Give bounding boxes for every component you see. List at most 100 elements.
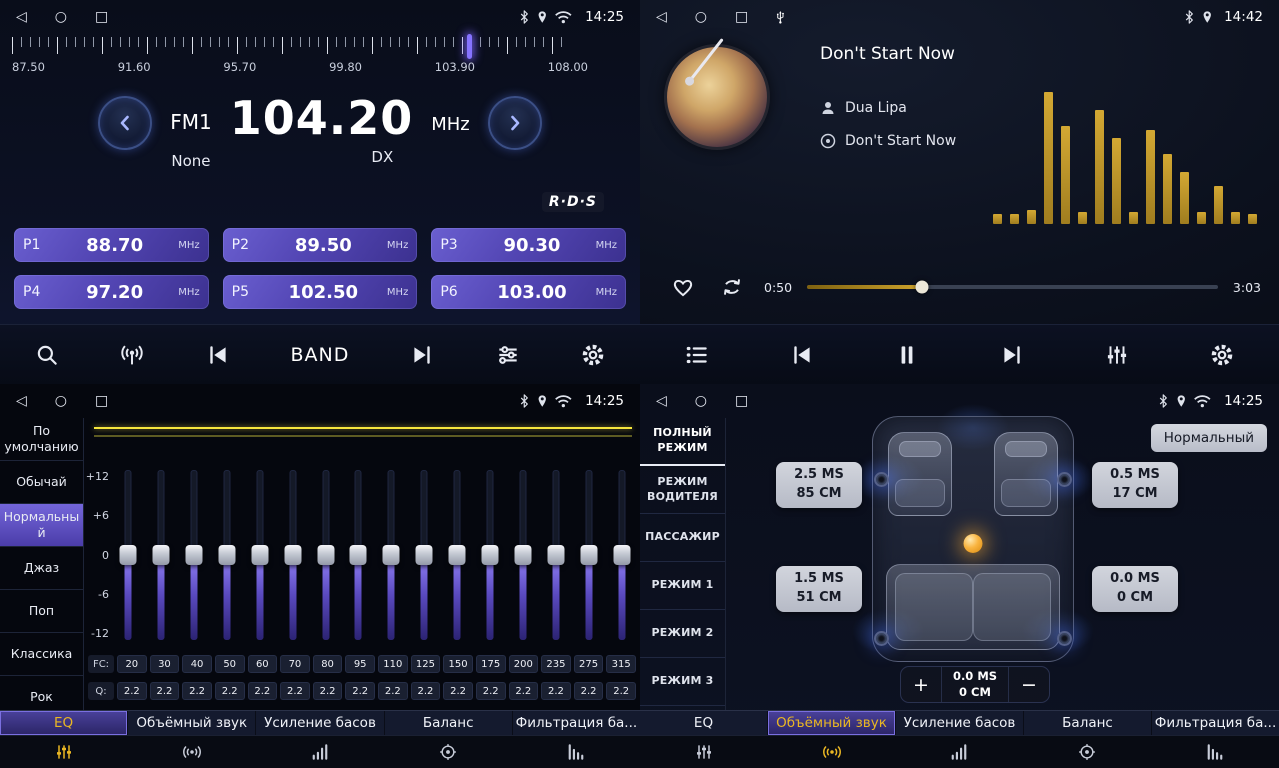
slider-handle[interactable] <box>416 545 433 565</box>
preset-p4[interactable]: P497.20MHz <box>14 275 209 309</box>
frequency-indicator[interactable] <box>467 34 472 59</box>
settings-button[interactable] <box>1205 338 1239 372</box>
recents-icon[interactable]: □ <box>735 394 748 408</box>
filter-icon[interactable] <box>512 736 640 768</box>
eq-band-slider[interactable] <box>118 470 138 640</box>
sound-mode-item[interactable]: РЕЖИМ ВОДИТЕЛЯ <box>640 466 725 514</box>
eq-preset-item[interactable]: Нормальный <box>0 504 83 547</box>
tab-balance[interactable]: Баланс <box>1024 711 1152 735</box>
playlist-button[interactable] <box>680 338 714 372</box>
balance-icon[interactable] <box>384 736 512 768</box>
preset-p2[interactable]: P289.50MHz <box>223 228 418 262</box>
tab-bass-boost[interactable]: Усиление басов <box>896 711 1024 735</box>
back-icon[interactable]: ◁ <box>656 394 667 408</box>
tab-balance[interactable]: Баланс <box>385 711 513 735</box>
bass-boost-icon[interactable] <box>896 736 1024 768</box>
decrease-button[interactable]: − <box>1009 667 1049 702</box>
previous-station-button[interactable] <box>201 338 235 372</box>
back-icon[interactable]: ◁ <box>656 10 667 24</box>
slider-handle[interactable] <box>317 545 334 565</box>
slider-handle[interactable] <box>251 545 268 565</box>
eq-band-slider[interactable] <box>250 470 270 640</box>
delay-rear-right[interactable]: 0.0 MS 0 CM <box>1092 566 1178 612</box>
search-button[interactable] <box>30 338 64 372</box>
eq-band-slider[interactable] <box>151 470 171 640</box>
eq-band-slider[interactable] <box>283 470 303 640</box>
preset-p1[interactable]: P188.70MHz <box>14 228 209 262</box>
next-station-button[interactable] <box>405 338 439 372</box>
sound-mode-item[interactable]: РЕЖИМ 2 <box>640 610 725 658</box>
tab-eq[interactable]: EQ <box>640 711 768 735</box>
tab-eq[interactable]: EQ <box>0 711 128 735</box>
repeat-button[interactable] <box>715 270 749 304</box>
home-icon[interactable]: ○ <box>695 394 707 408</box>
delay-rear-left[interactable]: 1.5 MS 51 CM <box>776 566 862 612</box>
eq-faders-icon[interactable] <box>0 736 128 768</box>
eq-faders-icon[interactable] <box>640 736 768 768</box>
back-icon[interactable]: ◁ <box>16 10 27 24</box>
slider-handle[interactable] <box>218 545 235 565</box>
slider-handle[interactable] <box>120 545 137 565</box>
sound-mode-item[interactable]: РЕЖИМ 1 <box>640 562 725 610</box>
tune-up-button[interactable] <box>488 96 542 150</box>
preset-p3[interactable]: P390.30MHz <box>431 228 626 262</box>
home-icon[interactable]: ○ <box>55 394 67 408</box>
eq-band-slider[interactable] <box>546 470 566 640</box>
tab-filter[interactable]: Фильтрация ба... <box>1152 711 1279 735</box>
preset-p5[interactable]: P5102.50MHz <box>223 275 418 309</box>
previous-track-button[interactable] <box>785 338 819 372</box>
eq-preset-item[interactable]: По умолчанию <box>0 418 83 461</box>
surround-icon[interactable] <box>768 736 896 768</box>
recents-icon[interactable]: □ <box>95 10 108 24</box>
eq-preset-item[interactable]: Обычай <box>0 461 83 504</box>
eq-band-slider[interactable] <box>513 470 533 640</box>
slider-handle[interactable] <box>185 545 202 565</box>
slider-handle[interactable] <box>482 545 499 565</box>
band-button[interactable]: BAND <box>287 340 354 370</box>
audio-settings-button[interactable] <box>1100 338 1134 372</box>
home-icon[interactable]: ○ <box>55 10 67 24</box>
favorite-button[interactable] <box>666 270 700 304</box>
profile-button[interactable]: Нормальный <box>1151 424 1267 452</box>
slider-handle[interactable] <box>515 545 532 565</box>
delay-front-right[interactable]: 0.5 MS 17 CM <box>1092 462 1178 508</box>
eq-preset-item[interactable]: Поп <box>0 590 83 633</box>
listening-position-marker[interactable] <box>964 534 983 553</box>
home-icon[interactable]: ○ <box>695 10 707 24</box>
eq-preset-item[interactable]: Классика <box>0 633 83 676</box>
eq-band-slider[interactable] <box>348 470 368 640</box>
eq-band-slider[interactable] <box>447 470 467 640</box>
sound-mode-item[interactable]: РЕЖИМ 3 <box>640 658 725 706</box>
slider-handle[interactable] <box>613 545 630 565</box>
recents-icon[interactable]: □ <box>735 10 748 24</box>
increase-button[interactable]: + <box>901 667 941 702</box>
tab-surround-sound[interactable]: Объёмный звук <box>128 711 256 735</box>
seek-thumb[interactable] <box>916 281 929 294</box>
sound-mode-item[interactable]: ПОЛНЫЙ РЕЖИМ <box>640 418 725 466</box>
album-art[interactable] <box>664 44 770 150</box>
slider-handle[interactable] <box>547 545 564 565</box>
balance-icon[interactable] <box>1023 736 1151 768</box>
slider-handle[interactable] <box>284 545 301 565</box>
tab-bass-boost[interactable]: Усиление басов <box>256 711 384 735</box>
bass-boost-icon[interactable] <box>256 736 384 768</box>
seek-bar[interactable] <box>807 285 1218 289</box>
eq-band-slider[interactable] <box>414 470 434 640</box>
tune-down-button[interactable] <box>98 96 152 150</box>
preset-p6[interactable]: P6103.00MHz <box>431 275 626 309</box>
tab-surround-sound[interactable]: Объёмный звук <box>768 711 896 735</box>
eq-preset-item[interactable]: Джаз <box>0 547 83 590</box>
audio-settings-button[interactable] <box>491 338 525 372</box>
delay-front-left[interactable]: 2.5 MS 85 CM <box>776 462 862 508</box>
eq-band-slider[interactable] <box>316 470 336 640</box>
tab-filter[interactable]: Фильтрация ба... <box>513 711 640 735</box>
eq-band-slider[interactable] <box>480 470 500 640</box>
pause-button[interactable] <box>890 338 924 372</box>
eq-band-slider[interactable] <box>184 470 204 640</box>
slider-handle[interactable] <box>350 545 367 565</box>
frequency-ruler[interactable]: 87.50 91.60 95.70 99.80 103.90 108.00 <box>10 34 630 84</box>
slider-handle[interactable] <box>383 545 400 565</box>
slider-handle[interactable] <box>449 545 466 565</box>
filter-icon[interactable] <box>1151 736 1279 768</box>
back-icon[interactable]: ◁ <box>16 394 27 408</box>
